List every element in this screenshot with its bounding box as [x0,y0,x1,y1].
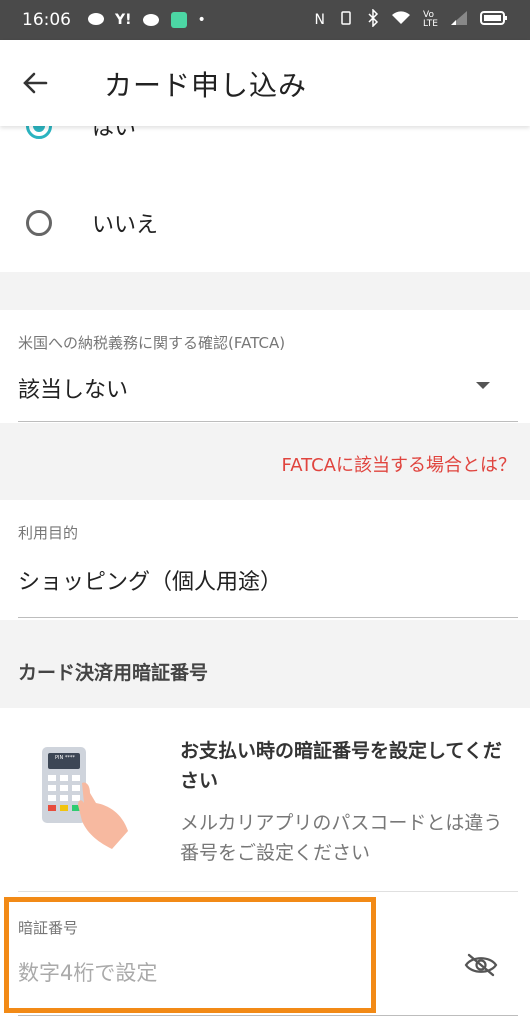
pin-underline [18,1015,518,1016]
signal-icon [450,10,468,30]
fatca-label: 米国への納税義務に関する確認(FATCA) [18,334,286,352]
divider [18,891,518,892]
visibility-toggle-icon[interactable] [464,953,498,977]
status-time: 16:06 [22,10,71,30]
fatca-info-link[interactable]: FATCAに該当する場合とは？ [282,451,516,477]
wifi-icon [391,10,411,30]
pin-section-header: カード決済用暗証番号 [18,662,209,684]
bluetooth-icon [367,8,379,31]
vibrate-icon [337,10,355,30]
pin-terminal-illustration: PIN **** [42,747,128,849]
battery-icon [480,10,508,30]
purpose-label: 利用目的 [18,524,79,542]
purpose-field[interactable]: 利用目的 ショッピング（個人用途） [0,500,530,620]
section-divider [0,272,530,310]
status-indicators: N Vo LTE [314,8,508,31]
status-bar: 16:06 Y! • N Vo LTE [0,0,530,40]
pin-instruction-title: お支払い時の暗証番号を設定してください [180,740,502,792]
fatca-select[interactable]: 米国への納税義務に関する確認(FATCA) 該当しない [0,310,530,422]
radio-label-no: いいえ [92,213,159,238]
radio-button-unselected[interactable] [26,210,52,236]
dot-icon: • [197,12,206,28]
fatca-value: 該当しない [18,378,129,403]
nfc-icon: N [314,12,326,28]
yahoo-icon: Y! [115,12,132,28]
highlight-box [4,897,376,1013]
pin-section-header-area: カード決済用暗証番号 [0,620,530,708]
dropdown-arrow-icon [476,382,490,389]
purpose-underline [18,617,518,618]
radio-option-no[interactable]: いいえ [0,208,530,238]
pin-instruction-description: メルカリアプリのパスコードとは違う番号をご設定ください [180,812,503,864]
purpose-value: ショッピング（個人用途） [18,570,283,595]
fatca-underline [18,421,518,422]
app-bar: カード申し込み [0,40,530,126]
chat-icon [142,13,160,27]
line-icon [87,12,105,28]
fatca-link-area: FATCAに該当する場合とは？ [0,423,530,500]
volte-icon: Vo LTE [423,10,438,29]
pin-screen-text: PIN **** [55,755,75,761]
page-title: カード申し込み [104,69,308,102]
pin-input-field[interactable]: 暗証番号 数字4桁で設定 [0,893,530,1024]
back-arrow-icon[interactable] [20,68,50,98]
app-icon [170,11,188,29]
